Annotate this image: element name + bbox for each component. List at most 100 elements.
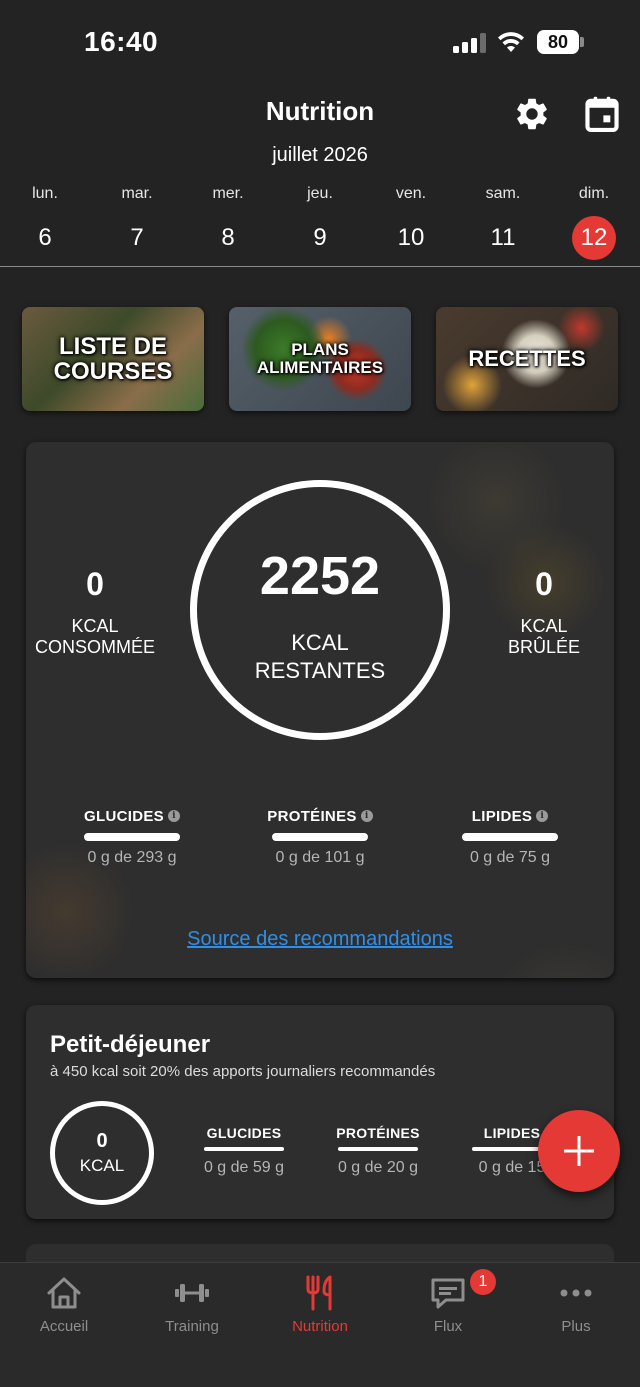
macro-carbs: GLUCIDES i 0 g de 293 g: [62, 806, 202, 867]
meal-macro-bar: [204, 1147, 284, 1151]
day-monday[interactable]: lun. 6: [0, 182, 90, 260]
macro-header: GLUCIDES i: [62, 806, 202, 826]
meal-kcal-ring: 0 KCAL: [50, 1101, 154, 1205]
day-number: 7: [130, 224, 144, 251]
recipes-tile[interactable]: RECETTES: [436, 307, 618, 411]
kcal-remaining-label: KCAL RESTANTES: [254, 630, 386, 683]
meal-macro-value: 0 g de 59 g: [203, 1159, 285, 1176]
breakfast-card[interactable]: Petit-déjeuner à 450 kcal soit 20% des a…: [26, 1005, 614, 1219]
day-name: mar.: [121, 185, 153, 202]
info-icon[interactable]: i: [360, 810, 373, 822]
home-icon: [44, 1273, 84, 1313]
day-name: jeu.: [307, 185, 333, 202]
kcal-consumed-value: 0: [86, 566, 104, 602]
day-name: sam.: [485, 185, 521, 202]
day-wednesday[interactable]: mer. 8: [183, 182, 273, 260]
meal-subtitle: à 450 kcal soit 20% des apports journali…: [50, 1063, 436, 1080]
dumbbell-icon: [172, 1273, 212, 1313]
calendar-button[interactable]: [582, 94, 622, 134]
more-icon: [556, 1273, 596, 1313]
tab-label: Accueil: [39, 1318, 89, 1335]
meal-macro-proteins: PROTÉINES 0 g de 20 g: [318, 1125, 438, 1177]
status-time: 16:40: [84, 26, 159, 57]
recommendations-source-link[interactable]: Source des recommandations: [26, 928, 614, 951]
macro-progress-bar: [84, 833, 180, 841]
notification-badge: 1: [470, 1269, 496, 1295]
meal-plans-tile[interactable]: PLANS ALIMENTAIRES: [229, 307, 411, 411]
daily-summary-card: 0 KCAL CONSOMMÉE 2252 KCAL RESTANTES 0 K…: [26, 442, 614, 978]
day-name: ven.: [395, 185, 427, 202]
wifi-icon: [498, 32, 524, 52]
kcal-remaining-value: 2252: [259, 546, 381, 606]
tab-label: Nutrition: [292, 1318, 348, 1335]
tab-flux[interactable]: 1 Flux: [384, 1263, 512, 1387]
meal-macro-name: PROTÉINES: [336, 1125, 420, 1141]
meal-macro-value: 0 g de 20 g: [337, 1159, 419, 1176]
battery-icon: 80: [537, 30, 579, 54]
macro-header: PROTÉINES i: [250, 806, 390, 826]
tab-label: Training: [165, 1318, 219, 1335]
macro-name: GLUCIDES: [84, 807, 164, 825]
macro-header: LIPIDES i: [440, 806, 580, 826]
month-label: juillet 2026: [272, 144, 368, 166]
kcal-burned: 0 KCAL BRÛLÉE: [464, 564, 614, 658]
macro-name: PROTÉINES: [267, 807, 357, 825]
day-name: dim.: [578, 185, 610, 202]
tab-accueil[interactable]: Accueil: [0, 1263, 128, 1387]
tab-label: Plus: [561, 1318, 591, 1335]
meal-kcal-label: KCAL: [79, 1156, 125, 1175]
day-sunday[interactable]: dim. 12: [549, 182, 639, 260]
day-thursday[interactable]: jeu. 9: [275, 182, 365, 260]
day-number: 9: [313, 224, 327, 251]
tile-label: LISTE DE COURSES: [53, 332, 173, 385]
kcal-remaining-ring: 2252 KCAL RESTANTES: [190, 480, 450, 740]
meal-title: Petit-déjeuner: [50, 1031, 211, 1058]
macro-value: 0 g de 293 g: [87, 849, 177, 866]
kcal-consumed: 0 KCAL CONSOMMÉE: [26, 564, 175, 658]
tile-label: RECETTES: [468, 346, 586, 372]
macro-value: 0 g de 75 g: [469, 849, 551, 866]
tile-label: PLANS ALIMENTAIRES: [256, 340, 384, 377]
meal-macro-bar: [338, 1147, 418, 1151]
gear-icon: [517, 98, 547, 130]
kcal-consumed-label: KCAL CONSOMMÉE: [34, 616, 155, 657]
day-saturday[interactable]: sam. 11: [458, 182, 548, 260]
add-button[interactable]: [538, 1110, 620, 1192]
fork-knife-icon: [300, 1273, 340, 1313]
plus-icon: [564, 1136, 594, 1166]
nutrition-screen: 16:40 80 Nutrition juillet 2026 lun. 6 m…: [0, 0, 640, 1387]
day-number: 10: [397, 224, 425, 251]
kcal-burned-value: 0: [535, 566, 553, 602]
calendar-icon: [585, 96, 619, 132]
day-number: 6: [38, 224, 52, 251]
settings-button[interactable]: [512, 94, 552, 134]
tab-label: Flux: [433, 1318, 463, 1335]
meal-macro-carbs: GLUCIDES 0 g de 59 g: [184, 1125, 304, 1177]
day-name: mer.: [212, 185, 244, 202]
meal-macro-name: GLUCIDES: [206, 1125, 282, 1141]
day-number: 8: [221, 224, 235, 251]
meal-kcal-value: 0: [96, 1130, 108, 1152]
macro-progress-bar: [462, 833, 558, 841]
tab-training[interactable]: Training: [128, 1263, 256, 1387]
shopping-list-tile[interactable]: LISTE DE COURSES: [22, 307, 204, 411]
tab-nutrition[interactable]: Nutrition: [256, 1263, 384, 1387]
cellular-signal-icon: [453, 33, 487, 53]
tab-bar: Accueil Training Nutrition 1 Flux Plus: [0, 1262, 640, 1387]
day-name: lun.: [32, 185, 58, 202]
tab-plus[interactable]: Plus: [512, 1263, 640, 1387]
macro-proteins: PROTÉINES i 0 g de 101 g: [250, 806, 390, 867]
day-number-selected: 12: [572, 216, 616, 260]
battery-tip: [580, 37, 584, 47]
macro-value: 0 g de 101 g: [275, 849, 365, 866]
chat-icon: [428, 1273, 468, 1313]
info-icon[interactable]: i: [536, 810, 549, 822]
day-number: 11: [490, 224, 516, 251]
divider: [0, 266, 640, 267]
day-friday[interactable]: ven. 10: [366, 182, 456, 260]
macro-progress-bar: [272, 833, 368, 841]
day-tuesday[interactable]: mar. 7: [92, 182, 182, 260]
info-icon[interactable]: i: [167, 810, 180, 822]
status-bar: 16:40 80: [0, 0, 640, 88]
week-strip: lun. 6 mar. 7 mer. 8 jeu. 9 ven. 10 sam.…: [0, 182, 640, 266]
